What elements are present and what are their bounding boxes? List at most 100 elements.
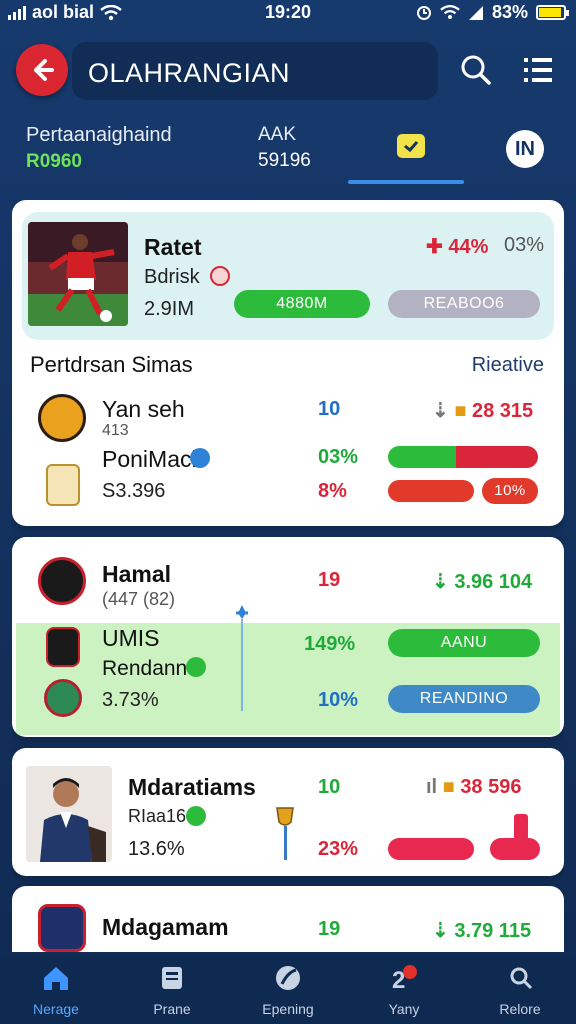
title-search-box[interactable]: OLAHRANGIAN xyxy=(72,42,438,100)
ticket-icon: ■ xyxy=(442,776,461,798)
bars-icon: ıl xyxy=(426,776,443,798)
battery-percent: 83% xyxy=(491,2,528,22)
match-card[interactable]: Mdagamam 19 ⇣ 3.79 115 xyxy=(12,886,564,952)
active-tab-indicator xyxy=(348,180,464,184)
list-menu-icon[interactable] xyxy=(518,50,558,90)
check-icon xyxy=(404,141,419,153)
team-sub: 413 xyxy=(102,422,129,439)
flag-marker xyxy=(514,814,528,840)
match-list[interactable]: Ratet Bdrisk 2.9IM ✚ 44% 03% 4880M REABO… xyxy=(12,200,564,952)
team-name: PoniMacl xyxy=(102,446,197,472)
nav-label: Relore xyxy=(499,1001,541,1017)
action-button[interactable]: REANDINO xyxy=(388,685,540,713)
trend-down-icon: ⇣ xyxy=(432,920,455,942)
tab-bar: Pertaanaighaind R0960 AAK 59196 IN xyxy=(0,116,576,190)
player-stat: 10 xyxy=(318,776,341,798)
trophy-icon xyxy=(276,807,294,860)
section-link[interactable]: Rieative xyxy=(472,354,544,377)
team-stat: 19 xyxy=(318,569,341,591)
team-crest-icon xyxy=(38,904,86,952)
team-crest-icon xyxy=(38,557,86,605)
player-value: 13.6% xyxy=(128,838,185,860)
team-crest-icon xyxy=(44,679,82,717)
nav-home[interactable]: Nerage xyxy=(16,964,96,1017)
tab-label: AAK xyxy=(258,124,297,145)
secondary-action-button[interactable]: REABOO6 xyxy=(388,290,540,318)
team-name: Mdagamam xyxy=(102,914,229,940)
status-right: 83% xyxy=(416,2,569,23)
team-crest-icon xyxy=(46,464,80,506)
tab-label: Pertaanaighaind xyxy=(26,124,172,146)
change-indicator: ✚ 44% xyxy=(426,236,489,258)
section-title: Pertdrsan Simas xyxy=(30,352,193,377)
back-button[interactable] xyxy=(16,44,68,96)
home-icon xyxy=(44,967,68,990)
tab-info[interactable]: IN xyxy=(506,130,544,168)
team-stat: 10 xyxy=(318,398,341,420)
nav-label: Yany xyxy=(388,1001,420,1017)
info-icon xyxy=(190,448,210,468)
app-header: OLAHRANGIAN xyxy=(0,36,576,106)
match-card[interactable]: Ratet Bdrisk 2.9IM ✚ 44% 03% 4880M REABO… xyxy=(12,200,564,526)
tab-overview[interactable]: Pertaanaighaind R0960 xyxy=(26,124,172,196)
timeline-marker-icon xyxy=(236,605,248,711)
tab-stats[interactable]: AAK 59196 xyxy=(258,124,311,196)
nav-label: Nerage xyxy=(33,1001,79,1017)
info-icon xyxy=(186,806,206,826)
ticket-icon: ■ xyxy=(454,400,472,422)
trend-icon: ⇣ xyxy=(432,400,455,422)
team-name: Rendann xyxy=(102,657,188,680)
red-bar xyxy=(388,838,474,860)
team-stat: 10% xyxy=(318,689,359,711)
team-name: Yan seh xyxy=(102,396,185,422)
profile-icon xyxy=(510,967,533,990)
featured-match[interactable]: Ratet Bdrisk 2.9IM ✚ 44% 03% 4880M REABO… xyxy=(22,212,554,340)
player-extra: ıl ■ 38 596 xyxy=(426,776,522,798)
news-icon xyxy=(162,967,182,989)
nav-profile[interactable]: Relore xyxy=(480,964,560,1017)
tab-active[interactable] xyxy=(348,116,464,188)
tab-value: 59196 xyxy=(258,150,311,171)
notification-icon: 2 xyxy=(392,965,417,994)
nav-label: Prane xyxy=(153,1001,191,1017)
team-value: 3.73% xyxy=(102,689,159,711)
team-stat: 19 xyxy=(318,918,341,940)
search-icon[interactable] xyxy=(456,50,496,90)
battery-icon xyxy=(536,5,569,20)
match-card[interactable]: Mdaratiams RIaa16 13.6% 10 ıl ■ 38 596 2… xyxy=(12,748,564,876)
match-card[interactable]: Hamal (447 (82) 19 ⇣ 3.96 104 UMIS 149% … xyxy=(12,537,564,737)
action-button[interactable]: AANU xyxy=(388,629,540,657)
arrow-left-icon xyxy=(34,59,54,81)
info-icon xyxy=(186,657,206,677)
team-extra: ⇣ ■ 28 315 xyxy=(432,400,534,422)
team-name: Hamal xyxy=(102,561,172,587)
secondary-change: 03% xyxy=(504,234,545,256)
cellular-icon xyxy=(468,5,483,20)
primary-action-button[interactable]: 4880M xyxy=(234,290,370,318)
player-stat: 23% xyxy=(318,838,359,860)
team-sub: (447 (82) xyxy=(102,589,176,609)
ticket-icon xyxy=(397,134,425,158)
match-name: Ratet xyxy=(144,234,202,260)
nav-notifications[interactable]: 2 Yany xyxy=(364,964,444,1017)
team-name: UMIS xyxy=(102,625,160,651)
nav-news[interactable]: Prane xyxy=(132,964,212,1017)
wifi-icon xyxy=(440,5,460,20)
team-crest-icon xyxy=(46,627,80,667)
trend-down-icon: ⇣ xyxy=(432,571,455,593)
tab-value: R0960 xyxy=(26,151,82,172)
red-bar xyxy=(490,838,540,860)
team-value: S3.396 xyxy=(102,480,166,502)
plus-icon: ✚ xyxy=(426,236,449,258)
progress-bar xyxy=(388,446,538,468)
red-bar xyxy=(388,480,474,502)
team-stat: 8% xyxy=(318,480,347,502)
bottom-navigation: Nerage Prane Epening 2 Yany Relore xyxy=(0,956,576,1024)
team-stat: 03% xyxy=(318,446,359,468)
sync-icon xyxy=(416,5,431,20)
player-sub: RIaa16 xyxy=(128,806,187,826)
player-photo xyxy=(28,222,128,326)
nav-matches[interactable]: Epening xyxy=(248,964,328,1017)
ball-icon xyxy=(276,966,300,990)
match-value: 2.9IM xyxy=(144,298,195,320)
